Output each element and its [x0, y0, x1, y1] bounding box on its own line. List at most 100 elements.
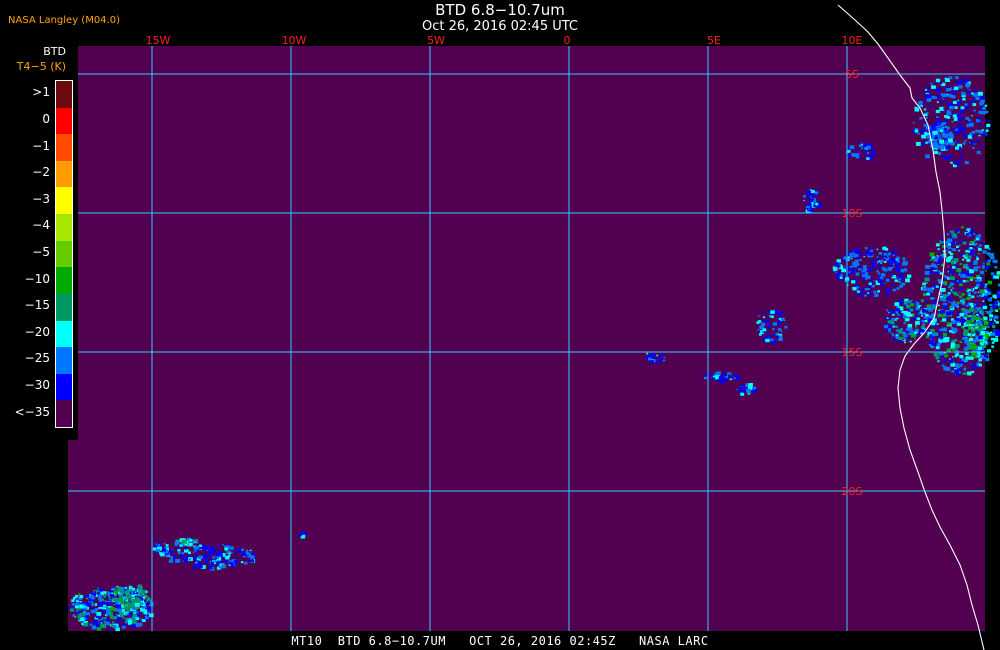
- cloud-pixel: [937, 304, 940, 307]
- cloud-pixel: [962, 279, 966, 283]
- cloud-pixel: [245, 549, 249, 552]
- cloud-pixel: [976, 301, 979, 304]
- cloud-pixel: [953, 86, 959, 91]
- cloud-pixel: [777, 311, 782, 315]
- cloud-pixel: [877, 262, 881, 265]
- cloud-pixel: [895, 334, 898, 337]
- cloud-pixel: [950, 289, 953, 291]
- cloud-pixel: [930, 328, 933, 332]
- cloud-pixel: [915, 142, 921, 146]
- cloud-pixel: [929, 106, 933, 109]
- cloud-pixel: [943, 97, 947, 100]
- cloud-pixel: [951, 120, 954, 123]
- cloud-pixel: [894, 325, 898, 329]
- cloud-pixel: [241, 548, 244, 551]
- cloud-pixel: [936, 323, 939, 325]
- cloud-pixel: [896, 287, 900, 290]
- cloud-pixel: [956, 322, 961, 326]
- cloud-pixel: [921, 314, 923, 317]
- cloud-pixel: [123, 602, 127, 606]
- legend-tick-label: −3: [32, 191, 50, 206]
- legend-swatch: [56, 320, 72, 348]
- cloud-pixel: [886, 309, 889, 312]
- cloud-pixel: [960, 106, 965, 110]
- cloud-pixel: [973, 232, 976, 235]
- cloud-pixel: [994, 329, 1000, 333]
- cloud-pixel: [127, 604, 133, 609]
- cloud-pixel: [912, 330, 915, 332]
- cloud-pixel: [210, 561, 214, 565]
- cloud-pixel: [760, 311, 764, 314]
- cloud-pixel: [851, 250, 854, 253]
- cloud-pixel: [113, 590, 118, 594]
- legend-swatch: [56, 160, 72, 188]
- cloud-pixel: [991, 341, 995, 344]
- cloud-pixel: [948, 301, 951, 303]
- cloud-pixel: [958, 291, 961, 294]
- cloud-pixel: [964, 161, 969, 165]
- cloud-pixel: [967, 93, 971, 96]
- cloud-pixel: [957, 117, 962, 121]
- cloud-pixel: [957, 99, 960, 101]
- cloud-pixel: [78, 620, 81, 622]
- cloud-pixel: [959, 283, 963, 287]
- cloud-pixel: [756, 321, 760, 324]
- cloud-pixel: [210, 560, 213, 562]
- cloud-pixel: [758, 330, 761, 333]
- cloud-pixel: [911, 319, 914, 322]
- cloud-pixel: [939, 328, 943, 332]
- cloud-pixel: [947, 243, 951, 246]
- cloud-pixel: [194, 541, 196, 543]
- cloud-pixel: [935, 346, 940, 350]
- legend-tick-label: −2: [32, 165, 50, 180]
- cloud-pixel: [972, 367, 976, 370]
- cloud-pixel: [937, 248, 940, 250]
- cloud-pixel: [952, 91, 957, 95]
- cloud-pixel: [967, 272, 972, 277]
- cloud-pixel: [237, 548, 241, 551]
- cloud-pixel: [933, 301, 937, 305]
- cloud-pixel: [971, 295, 975, 299]
- cloud-pixel: [969, 232, 972, 235]
- cloud-pixel: [136, 590, 139, 592]
- cloud-pixel: [933, 352, 939, 357]
- cloud-pixel: [932, 130, 938, 135]
- cloud-pixel: [188, 541, 190, 543]
- cloud-pixel: [773, 339, 775, 341]
- cloud-pixel: [807, 202, 812, 207]
- cloud-pixel: [970, 308, 975, 312]
- cloud-pixel: [931, 134, 936, 138]
- cloud-pixel: [974, 355, 977, 359]
- lon-label-10w: 10W: [282, 34, 307, 47]
- cloud-pixel: [979, 294, 983, 297]
- cloud-pixel: [117, 608, 122, 612]
- cloud-pixel: [894, 302, 900, 306]
- cloud-pixel: [958, 244, 961, 247]
- cloud-pixel: [947, 286, 951, 289]
- cloud-pixel: [950, 142, 955, 146]
- cloud-pixel: [933, 122, 939, 126]
- cloud-pixel: [145, 600, 148, 603]
- cloud-pixel: [969, 247, 973, 250]
- cloud-pixel: [142, 596, 146, 599]
- cloud-pixel: [94, 591, 96, 593]
- cloud-pixel: [865, 286, 868, 288]
- cloud-pixel: [146, 596, 149, 599]
- cloud-pixel: [939, 82, 943, 85]
- cloud-pixel: [926, 304, 932, 309]
- cloud-pixel: [126, 609, 131, 613]
- cloud-pixel: [956, 313, 960, 316]
- cloud-pixel: [118, 622, 122, 625]
- cloud-pixel: [954, 303, 959, 307]
- cloud-pixel: [907, 306, 910, 309]
- cloud-pixel: [80, 611, 83, 613]
- cloud-pixel: [109, 628, 113, 632]
- cloud-pixel: [874, 294, 878, 298]
- cloud-pixel: [934, 82, 937, 85]
- cloud-pixel: [955, 146, 959, 150]
- cloud-pixel: [981, 241, 985, 244]
- cloud-pixel: [177, 546, 181, 550]
- cloud-pixel: [922, 323, 926, 326]
- cloud-pixel: [891, 275, 894, 278]
- cloud-pixel: [221, 564, 226, 569]
